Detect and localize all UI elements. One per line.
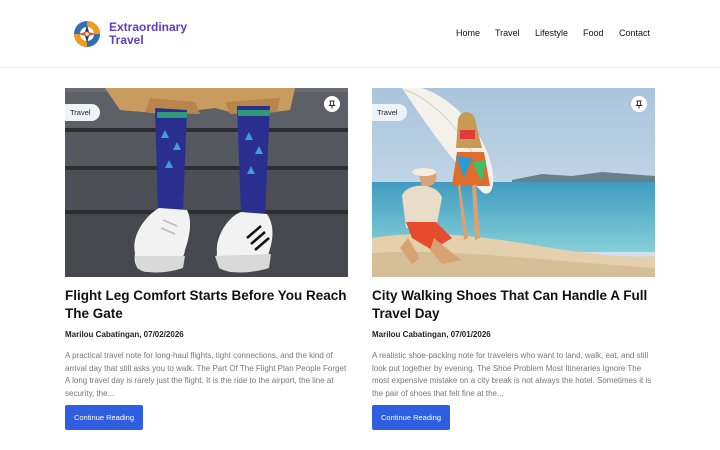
post-excerpt: A realistic shoe-packing note for travel… <box>372 351 652 398</box>
post-title[interactable]: Flight Leg Comfort Starts Before You Rea… <box>65 287 348 323</box>
continue-reading-button[interactable]: Continue Reading <box>372 405 450 430</box>
pin-icon[interactable] <box>324 96 340 112</box>
post-thumbnail[interactable]: Travel <box>65 88 348 277</box>
nav-lifestyle[interactable]: Lifestyle <box>535 27 568 39</box>
nav-home[interactable]: Home <box>456 27 480 39</box>
continue-reading-button[interactable]: Continue Reading <box>65 405 143 430</box>
category-badge[interactable]: Travel <box>372 104 407 121</box>
pin-icon[interactable] <box>631 96 647 112</box>
main-nav: Home Travel Lifestyle Food Contact <box>0 27 720 41</box>
post-excerpt: A practical travel note for long-haul fl… <box>65 351 347 398</box>
post-card: Travel Flight Leg Comfort Starts Before … <box>65 88 348 430</box>
post-meta: Marilou Cabatingan, 07/01/2026 <box>372 330 491 339</box>
nav-contact[interactable]: Contact <box>619 27 650 39</box>
post-thumbnail[interactable]: Travel <box>372 88 655 277</box>
post-title[interactable]: City Walking Shoes That Can Handle A Ful… <box>372 287 655 323</box>
category-badge[interactable]: Travel <box>65 104 100 121</box>
nav-food[interactable]: Food <box>583 27 604 39</box>
beach-couple-image <box>372 88 655 277</box>
site-header: Extraordinary Travel Home Travel Lifesty… <box>0 0 720 68</box>
post-meta: Marilou Cabatingan, 07/02/2026 <box>65 330 184 339</box>
post-card: Travel City Walking Shoes That Can Handl… <box>372 88 655 430</box>
nav-travel[interactable]: Travel <box>495 27 520 39</box>
socks-sneakers-image <box>65 88 348 277</box>
